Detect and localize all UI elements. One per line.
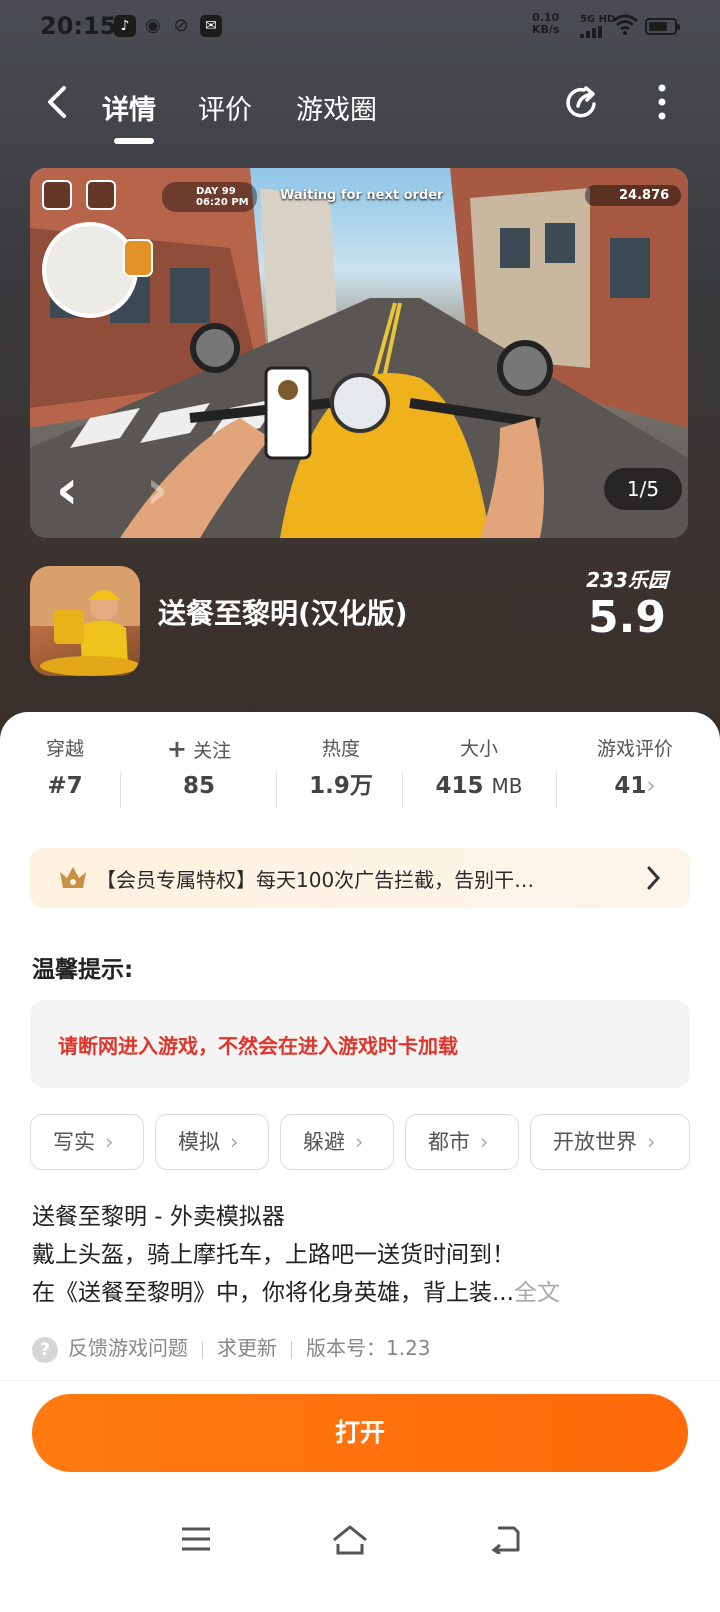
tab-game-circle[interactable]: 游戏圈 bbox=[296, 88, 377, 127]
crown-icon bbox=[60, 867, 86, 888]
tip-box: 请断网进入游戏，不然会在进入游戏时卡加载 bbox=[30, 1000, 690, 1088]
home-icon[interactable] bbox=[330, 1524, 370, 1556]
open-button[interactable]: 打开 bbox=[32, 1394, 688, 1472]
read-more-link[interactable]: 全文 bbox=[514, 1280, 560, 1306]
help-icon: ? bbox=[32, 1336, 58, 1363]
game-score: 5.9 bbox=[588, 592, 666, 643]
version-label: 版本号：1.23 bbox=[306, 1336, 431, 1360]
footer-links: ? 反馈游戏问题 求更新 版本号：1.23 bbox=[32, 1332, 431, 1363]
status-time: 20:15 bbox=[40, 12, 117, 40]
screenshot-counter: 1/5 bbox=[604, 468, 682, 510]
top-nav: 详情 评价 游戏圈 bbox=[0, 70, 720, 150]
more-icon[interactable] bbox=[656, 82, 668, 122]
mail-icon: ✉ bbox=[200, 15, 222, 37]
wifi-icon bbox=[612, 14, 638, 35]
share-icon[interactable] bbox=[562, 82, 602, 122]
vip-promo-banner[interactable]: 【会员专属特权】每天100次广告拦截，告别干… bbox=[30, 848, 690, 908]
stat-heat: 热度 1.9万 bbox=[309, 738, 373, 799]
screenshot-carousel[interactable]: DAY 99 06:20 PM Waiting for next order 2… bbox=[30, 168, 688, 538]
divider bbox=[556, 772, 557, 808]
link-icon: ⊘ bbox=[173, 15, 189, 36]
tab-reviews[interactable]: 评价 bbox=[198, 88, 252, 127]
stat-size: 大小 415 MB bbox=[435, 738, 523, 799]
system-nav-bar bbox=[0, 1500, 720, 1612]
promo-text: 【会员专属特权】每天100次广告拦截，告别干… bbox=[96, 868, 535, 892]
signal-label: 5G HD bbox=[580, 14, 616, 25]
net-speed: 0.10 KB/s bbox=[532, 11, 560, 36]
camera-button[interactable] bbox=[86, 180, 116, 210]
signal-icon bbox=[580, 26, 602, 38]
status-bar: 20:15 ♪ ◉ ⊘ ✉ 0.10 KB/s 5G HD bbox=[0, 0, 720, 56]
next-screenshot-icon[interactable]: › bbox=[146, 458, 168, 521]
tab-details[interactable]: 详情 bbox=[102, 88, 156, 127]
back-icon[interactable] bbox=[490, 1524, 522, 1554]
stat-follow[interactable]: + 关注 85 bbox=[134, 732, 264, 806]
back-arrow-icon[interactable] bbox=[44, 84, 72, 120]
feedback-link[interactable]: 反馈游戏问题 bbox=[68, 1336, 188, 1360]
game-icon bbox=[30, 566, 140, 676]
stat-rank[interactable]: 穿越 #7 bbox=[0, 732, 130, 806]
tag-list: 写实 › 模拟 › 躲避 › 都市 › 开放世界 › bbox=[30, 1114, 720, 1174]
tip-title: 温馨提示: bbox=[32, 957, 134, 983]
divider bbox=[402, 772, 403, 808]
battery-icon bbox=[645, 18, 680, 35]
tab-active-indicator bbox=[114, 138, 154, 144]
game-description: 送餐至黎明 - 外卖模拟器 戴上头盔，骑上摩托车，上路吧一送货时间到！ 在《送餐… bbox=[32, 1204, 560, 1306]
prev-screenshot-icon[interactable]: ‹ bbox=[56, 458, 78, 521]
menu-icon[interactable] bbox=[180, 1524, 212, 1554]
tag-realistic[interactable]: 写实 › bbox=[30, 1114, 144, 1170]
tag-open-world[interactable]: 开放世界 › bbox=[530, 1114, 690, 1170]
request-update-link[interactable]: 求更新 bbox=[217, 1336, 277, 1360]
divider bbox=[120, 772, 121, 808]
pause-button[interactable] bbox=[42, 180, 72, 210]
tiktok-icon: ♪ bbox=[114, 15, 136, 37]
divider bbox=[0, 1380, 720, 1381]
day-clock-badge: DAY 99 06:20 PM bbox=[162, 182, 257, 212]
tag-city[interactable]: 都市 › bbox=[405, 1114, 519, 1170]
tip-text: 请断网进入游戏，不然会在进入游戏时卡加载 bbox=[58, 1034, 458, 1058]
chevron-right-icon bbox=[647, 866, 661, 890]
plus-icon: + bbox=[166, 735, 188, 763]
tag-dodge[interactable]: 躲避 › bbox=[280, 1114, 394, 1170]
gameplay-scene bbox=[30, 168, 688, 538]
game-title: 送餐至黎明(汉化版) bbox=[158, 597, 408, 630]
money-counter: 24.876 bbox=[585, 185, 682, 206]
platform-logo: 233乐园 bbox=[586, 568, 668, 592]
stat-reviews[interactable]: 游戏评价 41› bbox=[570, 732, 700, 806]
chevron-right-icon: › bbox=[646, 773, 656, 799]
stats-row: 穿越 #7 + 关注 85 热度 1.9万 大小 415 MB 游戏评价 41› bbox=[0, 732, 720, 822]
wechat-icon: ◉ bbox=[145, 15, 161, 36]
order-status-text: Waiting for next order bbox=[280, 188, 444, 203]
tag-simulation[interactable]: 模拟 › bbox=[155, 1114, 269, 1170]
detail-sheet: 穿越 #7 + 关注 85 热度 1.9万 大小 415 MB 游戏评价 41›… bbox=[0, 712, 720, 1612]
